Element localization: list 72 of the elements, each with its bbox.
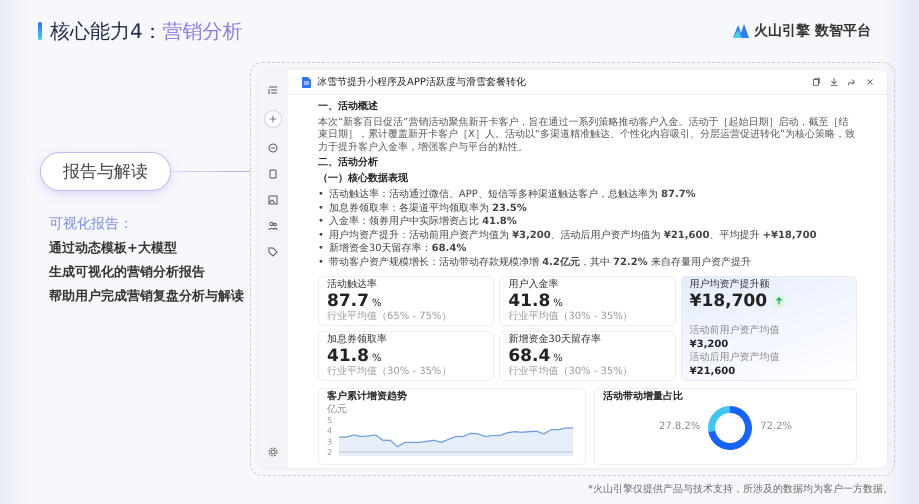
- feature-pill: 报告与解读: [40, 152, 171, 191]
- chart-title: 活动带动增量占比: [603, 391, 684, 404]
- list-icon[interactable]: [267, 84, 279, 96]
- detail-value: ¥21,600: [690, 366, 736, 378]
- data-label: 27.8.2%: [658, 421, 700, 434]
- benchmark-text: 行业平均值（30% - 35%）: [508, 366, 634, 378]
- axis-tick: 5: [327, 416, 332, 425]
- metric-unit: %: [553, 298, 563, 310]
- bullet-marker: •: [318, 242, 324, 256]
- up-arrow-icon: [773, 295, 786, 307]
- metric-value: ¥18,700: [690, 292, 768, 310]
- feature-heading: 可视化报告：: [49, 215, 134, 233]
- bullet-item: 入金率：领券用户中实际增资占比 41.8%: [328, 215, 517, 228]
- slide-title: 核心能力4：营销分析: [50, 18, 243, 44]
- benchmark-text: 行业平均值（30% - 35%）: [327, 366, 452, 378]
- image-icon[interactable]: [267, 194, 279, 206]
- subsection-heading: （一）核心数据表现: [318, 172, 409, 185]
- data-label: 72.2%: [760, 421, 792, 434]
- add-button[interactable]: [264, 110, 282, 128]
- bullet-item: 加息券领取率：各渠道平均领取率为 23.5%: [328, 202, 527, 215]
- metric-value: 41.8: [327, 346, 369, 366]
- axis-tick: 3: [327, 437, 332, 446]
- bullet-item: 用户均资产提升：活动前用户资产均值为 ¥3,200、活动后用户资产均值为 ¥21,600、平均提升 +¥18,700: [328, 228, 817, 242]
- section-heading: 一、活动概述: [318, 101, 379, 114]
- bullet-marker: •: [318, 228, 324, 242]
- mountain-logo-icon: [733, 24, 750, 38]
- benchmark-text: 行业平均值（65% - 75%）: [327, 310, 452, 323]
- metric-label: 加息券领取率: [327, 334, 388, 346]
- clipboard-icon[interactable]: [267, 168, 279, 180]
- tag-icon[interactable]: [267, 246, 279, 258]
- download-icon[interactable]: [829, 77, 839, 87]
- accent-bar: [38, 22, 42, 40]
- bullet-item: 新增资金30天留存率：68.4%: [328, 242, 466, 256]
- metric-value: 87.7: [327, 292, 369, 310]
- people-icon[interactable]: [267, 220, 279, 232]
- metric-label: 用户入金率: [508, 279, 560, 292]
- settings-icon[interactable]: [267, 446, 279, 458]
- metric-value: 41.8: [508, 292, 550, 310]
- copy-icon[interactable]: [811, 77, 821, 87]
- metric-label: 用户均资产提升额: [690, 279, 771, 292]
- metric-unit: %: [372, 298, 382, 310]
- axis-tick: 4: [327, 426, 332, 436]
- metric-unit: %: [372, 352, 382, 365]
- axis-tick: 2: [327, 448, 332, 456]
- chart-title: 客户累计增资趋势: [327, 391, 408, 404]
- document-title: 冰雪节提升小程序及APP活跃度与滑雪套餐转化: [317, 76, 527, 89]
- bullet-marker: •: [318, 256, 324, 269]
- close-icon[interactable]: [865, 77, 875, 87]
- bullet-marker: •: [318, 202, 324, 215]
- detail-label: 活动前用户资产均值: [690, 325, 781, 338]
- feature-line: 通过动态模板+大模型: [49, 240, 178, 257]
- share-icon[interactable]: [847, 77, 857, 87]
- feature-line: 帮助用户完成营销复盘分析与解读: [49, 288, 245, 305]
- document-icon: [302, 76, 311, 88]
- benchmark-text: 行业平均值（30% - 35%）: [508, 310, 634, 323]
- bullet-item: 活动触达率：活动通过微信、APP、短信等多种渠道触达客户，总触达率为 87.7%: [328, 188, 696, 202]
- metric-label: 活动触达率: [327, 279, 378, 292]
- metric-value: 68.4: [508, 346, 550, 366]
- bullet-marker: •: [318, 215, 324, 228]
- footnote: *火山引擎仅提供产品与技术支持，所涉及的数据均为客户一方数据。: [588, 482, 893, 496]
- plus-icon[interactable]: [268, 114, 278, 124]
- bullet-marker: •: [318, 188, 324, 202]
- detail-label: 活动后用户资产均值: [690, 352, 781, 364]
- feature-line: 生成可视化的营销分析报告: [49, 264, 206, 281]
- section-heading: 二、活动分析: [318, 157, 379, 170]
- logo-text: 火山引擎 数智平台: [754, 22, 871, 40]
- bullet-item: 带动客户资产规模增长：活动带动存款规模净增 4.2亿元，其中 72.2% 来自存量用户资产提升: [328, 256, 751, 269]
- metric-label: 新增资金30天留存率: [508, 334, 602, 346]
- axis-unit: 亿元: [327, 404, 348, 416]
- detail-value: ¥3,200: [690, 338, 730, 351]
- metric-unit: %: [553, 352, 563, 365]
- summary-paragraph: 本次“新客百日促活”营销活动聚焦新开卡客户，旨在通过一系列策略推动客户入金。活动于［起始日期］启动，截至［结束日期］，累计覆盖新开卡客户［X］人。活动以“多渠道精准触达、个性化内容吸引、分层运营促进转化”为核心策略，致力于提升客户入金率，增强客户与平台的粘性。: [318, 116, 856, 154]
